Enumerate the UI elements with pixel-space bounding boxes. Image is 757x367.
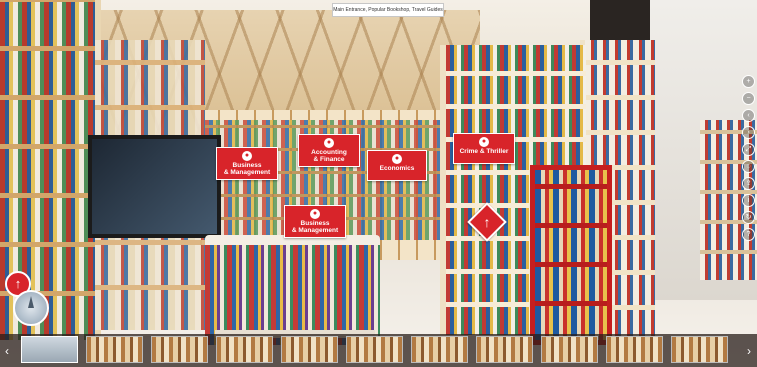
info-circle-icon: ● [242, 151, 252, 161]
thumbnail[interactable] [411, 336, 468, 363]
book-display-table [205, 235, 380, 345]
thumbnail[interactable] [671, 336, 728, 363]
arrow-up-icon: ↑ [483, 214, 491, 230]
chevron-right-icon[interactable]: › [744, 344, 754, 358]
thumbnail[interactable] [151, 336, 208, 363]
share-icon[interactable]: ⇪ [742, 177, 755, 190]
hotspot-label: Economics [379, 165, 415, 172]
info-circle-icon: ● [310, 209, 320, 219]
compass-needle-icon [28, 296, 34, 308]
compass-minimap[interactable] [13, 290, 49, 326]
hotspot-label: Business & Management [291, 220, 339, 234]
thumbnail[interactable] [21, 336, 78, 363]
thumbnail[interactable] [281, 336, 338, 363]
zoom-out-icon[interactable]: − [742, 92, 755, 105]
thumbnail[interactable] [346, 336, 403, 363]
info-icon[interactable]: i [742, 194, 755, 207]
zoom-in-icon[interactable]: + [742, 75, 755, 88]
hotspot-label: Accounting & Finance [311, 149, 347, 163]
autorotate-icon[interactable]: ↻ [742, 211, 755, 224]
hotspot-label: Crime & Thriller [459, 148, 509, 155]
thumbnail[interactable] [86, 336, 143, 363]
hotspot-business-management[interactable]: ● Business & Management [216, 147, 278, 180]
location-title: Main Entrance, Popular Bookshop, Travel … [332, 3, 444, 17]
hotspot-label: Business & Management [223, 162, 271, 176]
thumbnail[interactable] [541, 336, 598, 363]
rotate-right-icon[interactable]: › [742, 126, 755, 139]
hotspot-economics[interactable]: ● Economics [367, 150, 427, 181]
chevron-left-icon[interactable]: ‹ [2, 344, 12, 358]
thumbnail-strip: ‹ › [0, 334, 757, 367]
info-circle-icon: ● [392, 154, 402, 164]
thumbnail[interactable] [606, 336, 663, 363]
panorama-viewer[interactable] [0, 0, 757, 367]
fullscreen-icon[interactable]: ⤢ [742, 143, 755, 156]
arrow-up-icon: ↑ [14, 276, 22, 291]
rotate-left-icon[interactable]: ‹ [742, 109, 755, 122]
hotspot-business-management-2[interactable]: ● Business & Management [284, 205, 346, 238]
hotspot-accounting-finance[interactable]: ● Accounting & Finance [298, 134, 360, 167]
red-display-shelf [530, 165, 612, 345]
info-circle-icon: ● [324, 138, 334, 148]
display-screen [88, 135, 221, 238]
info-circle-icon: ● [479, 137, 489, 147]
thumbnail[interactable] [216, 336, 273, 363]
hotspot-crime-thriller[interactable]: ● Crime & Thriller [453, 133, 515, 164]
help-icon[interactable]: ? [742, 228, 755, 241]
thumbnail[interactable] [476, 336, 533, 363]
hide-icon[interactable]: ◌ [742, 160, 755, 173]
viewer-controls: + − ‹ › ⤢ ◌ ⇪ i ↻ ? [742, 75, 756, 245]
